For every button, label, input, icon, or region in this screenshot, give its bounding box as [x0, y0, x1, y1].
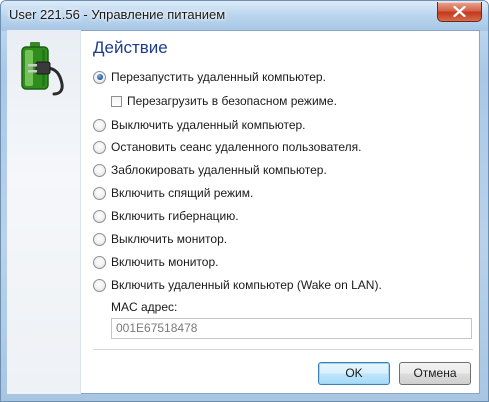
monitor-on-radio[interactable] [93, 255, 106, 269]
restart-radio[interactable] [93, 70, 106, 84]
monitor-off-radio[interactable] [93, 232, 106, 246]
option-restart[interactable]: Перезапустить удаленный компьютер. [93, 68, 326, 86]
option-sleep[interactable]: Включить спящий режим. [93, 184, 253, 202]
option-label: Включить спящий режим. [111, 186, 254, 200]
title-bar[interactable]: User 221.56 - Управление питанием [1, 1, 488, 31]
close-button[interactable] [437, 2, 482, 22]
option-label: Перезапустить удаленный компьютер. [111, 70, 326, 84]
option-label: Включить гибернацию. [111, 209, 239, 223]
close-icon [453, 6, 466, 17]
option-label: Включить удаленный компьютер (Wake on LA… [111, 278, 382, 292]
option-lock[interactable]: Заблокировать удаленный компьютер. [93, 161, 327, 179]
option-label: Включить монитор. [111, 255, 219, 269]
option-wake-on-lan[interactable]: Включить удаленный компьютер (Wake on LA… [93, 276, 382, 294]
lock-radio[interactable] [93, 163, 106, 177]
sleep-radio[interactable] [93, 186, 106, 200]
safe-mode-option[interactable]: Перезагрузить в безопасном режиме. [111, 92, 337, 110]
option-hibernate[interactable]: Включить гибернацию. [93, 207, 239, 225]
shutdown-radio[interactable] [93, 118, 106, 132]
cancel-button[interactable]: Отмена [399, 362, 471, 385]
hibernate-radio[interactable] [93, 209, 106, 223]
separator [93, 349, 473, 351]
option-monitor-on[interactable]: Включить монитор. [93, 253, 218, 271]
section-title: Действие [93, 38, 168, 57]
option-label: Выключить удаленный компьютер. [111, 118, 306, 132]
logoff-radio[interactable] [93, 140, 106, 154]
option-shutdown[interactable]: Выключить удаленный компьютер. [93, 116, 306, 134]
ok-button[interactable]: OK [318, 362, 390, 385]
option-label: Выключить монитор. [111, 232, 228, 246]
mac-address-field[interactable]: 001E67518478 [111, 318, 472, 339]
option-label: Заблокировать удаленный компьютер. [111, 163, 327, 177]
window-title: User 221.56 - Управление питанием [9, 7, 226, 22]
option-logoff[interactable]: Остановить сеанс удаленного пользователя… [93, 138, 361, 156]
option-monitor-off[interactable]: Выключить монитор. [93, 230, 227, 248]
mac-address-label: MAC адрес: [111, 300, 178, 314]
safe-mode-checkbox[interactable] [111, 95, 122, 107]
battery-plug-icon [16, 40, 68, 96]
safe-mode-label: Перезагрузить в безопасном режиме. [127, 94, 337, 108]
wake-on-lan-radio[interactable] [93, 278, 106, 292]
option-label: Остановить сеанс удаленного пользователя… [111, 140, 362, 154]
